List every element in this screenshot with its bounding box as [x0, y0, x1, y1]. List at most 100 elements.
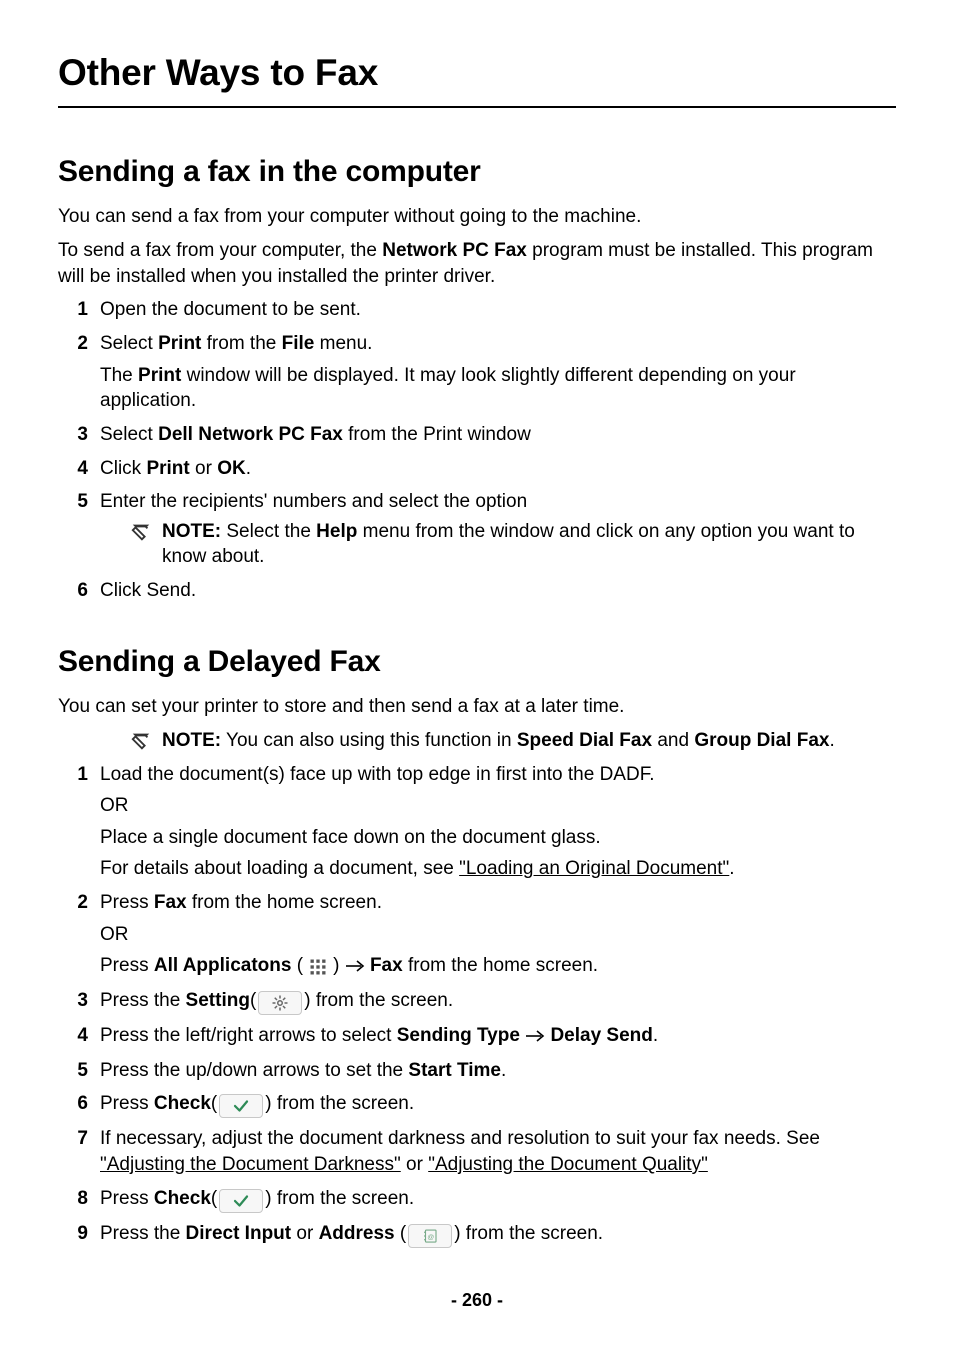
text: Press the left/right arrows to select — [100, 1025, 397, 1046]
address-book-icon: @ — [408, 1224, 452, 1248]
text: . — [653, 1025, 658, 1046]
section-heading-sending-fax-computer: Sending a fax in the computer — [58, 152, 896, 193]
list-item: 3 Press the Setting( ) from the screen. — [100, 988, 896, 1015]
text: Select — [100, 333, 158, 354]
feature-name: Group Dial Fax — [694, 730, 829, 751]
screen-item: All Applicatons — [154, 955, 292, 976]
or-text: OR — [100, 793, 896, 819]
step-detail: The Print window will be displayed. It m… — [100, 363, 896, 414]
button-name: Print — [146, 458, 189, 479]
option-name: Delay Send — [545, 1025, 653, 1046]
text: from the home screen. — [403, 955, 598, 976]
list-item: 1 Open the document to be sent. — [100, 297, 896, 323]
text: ( — [395, 1223, 407, 1244]
text: menu. — [314, 333, 372, 354]
note-pencil-icon — [130, 521, 152, 543]
list-item: 6 Press Check( ) from the screen. — [100, 1091, 896, 1118]
menu-item: Print — [158, 333, 201, 354]
list-item: 3 Select Dell Network PC Fax from the Pr… — [100, 422, 896, 448]
step-number: 2 — [58, 890, 88, 916]
page-number: - 260 - — [58, 1288, 896, 1312]
feature-name: Speed Dial Fax — [517, 730, 652, 751]
text: Press — [100, 955, 154, 976]
link-loading-document[interactable]: "Loading an Original Document" — [459, 858, 729, 879]
list-item: 4 Click Print or OK. — [100, 456, 896, 482]
arrow-right-icon — [345, 954, 365, 980]
step-number: 3 — [58, 422, 88, 448]
button-name: Check — [154, 1093, 211, 1114]
text: ) from the screen. — [304, 990, 453, 1011]
step-number: 3 — [58, 988, 88, 1014]
screen-item: Fax — [365, 955, 403, 976]
text: . — [246, 458, 251, 479]
step-number: 6 — [58, 1091, 88, 1117]
text: ) — [333, 955, 345, 976]
step-text: Click Send. — [100, 578, 896, 604]
program-name: Network PC Fax — [382, 240, 527, 261]
button-name: Address — [319, 1223, 395, 1244]
note-label: NOTE: — [162, 730, 221, 751]
button-name: OK — [217, 458, 246, 479]
screen-item: Fax — [154, 892, 187, 913]
option-name: Sending Type — [397, 1025, 525, 1046]
step-number: 4 — [58, 1023, 88, 1049]
steps-list: 1 Open the document to be sent. 2 Select… — [58, 297, 896, 603]
text: from the Print window — [343, 424, 531, 445]
step-number: 2 — [58, 331, 88, 357]
text: If necessary, adjust the document darkne… — [100, 1128, 820, 1149]
step-number: 5 — [58, 489, 88, 515]
step-number: 9 — [58, 1221, 88, 1247]
steps-list: 1 Load the document(s) face up with top … — [58, 762, 896, 1248]
list-item: 5 Enter the recipients' numbers and sele… — [100, 489, 896, 570]
step-text: Place a single document face down on the… — [100, 825, 896, 851]
note: NOTE: Select the Help menu from the wind… — [100, 519, 896, 570]
text: . — [501, 1060, 506, 1081]
text: . — [729, 858, 734, 879]
menu-name: Help — [316, 521, 357, 542]
text: ( — [211, 1188, 217, 1209]
step-number: 1 — [58, 297, 88, 323]
link-adjust-darkness[interactable]: "Adjusting the Document Darkness" — [100, 1154, 401, 1175]
step-number: 8 — [58, 1186, 88, 1212]
text: Press the — [100, 990, 186, 1011]
step-number: 7 — [58, 1126, 88, 1152]
text: or — [190, 458, 217, 479]
link-adjust-quality[interactable]: "Adjusting the Document Quality" — [428, 1154, 708, 1175]
text: or — [401, 1154, 428, 1175]
check-icon — [219, 1094, 263, 1118]
step-text: Load the document(s) face up with top ed… — [100, 764, 654, 785]
text: To send a fax from your computer, the — [58, 240, 382, 261]
arrow-right-icon — [525, 1024, 545, 1050]
button-name: Direct Input — [186, 1223, 292, 1244]
intro-paragraph: You can set your printer to store and th… — [58, 694, 896, 720]
page-number-value: 260 — [462, 1290, 492, 1310]
field-name: Start Time — [408, 1060, 501, 1081]
step-text: Open the document to be sent. — [100, 297, 896, 323]
note-label: NOTE: — [162, 521, 221, 542]
apps-grid-icon — [305, 955, 331, 979]
note-pencil-icon — [130, 730, 152, 752]
text: For details about loading a document, se… — [100, 858, 459, 879]
text: from the — [201, 333, 281, 354]
gear-icon — [258, 991, 302, 1015]
text: Press the — [100, 1223, 186, 1244]
window-name: Print — [138, 365, 181, 386]
step-number: 1 — [58, 762, 88, 788]
text: ) from the screen. — [454, 1223, 603, 1244]
text: . — [829, 730, 834, 751]
text: You can also using this function in — [221, 730, 517, 751]
text: ) from the screen. — [265, 1188, 414, 1209]
text: Press — [100, 1093, 154, 1114]
section-heading-delayed-fax: Sending a Delayed Fax — [58, 642, 896, 683]
step-text: Enter the recipients' numbers and select… — [100, 491, 527, 512]
text: ( — [211, 1093, 217, 1114]
text: Press the up/down arrows to set the — [100, 1060, 408, 1081]
text: ) from the screen. — [265, 1093, 414, 1114]
text: Press — [100, 892, 154, 913]
intro-paragraph: To send a fax from your computer, the Ne… — [58, 238, 896, 289]
text: from the home screen. — [187, 892, 382, 913]
screen-item: Setting — [186, 990, 250, 1011]
page-title: Other Ways to Fax — [58, 48, 896, 108]
svg-text:@: @ — [428, 1234, 435, 1241]
text: or — [291, 1223, 318, 1244]
